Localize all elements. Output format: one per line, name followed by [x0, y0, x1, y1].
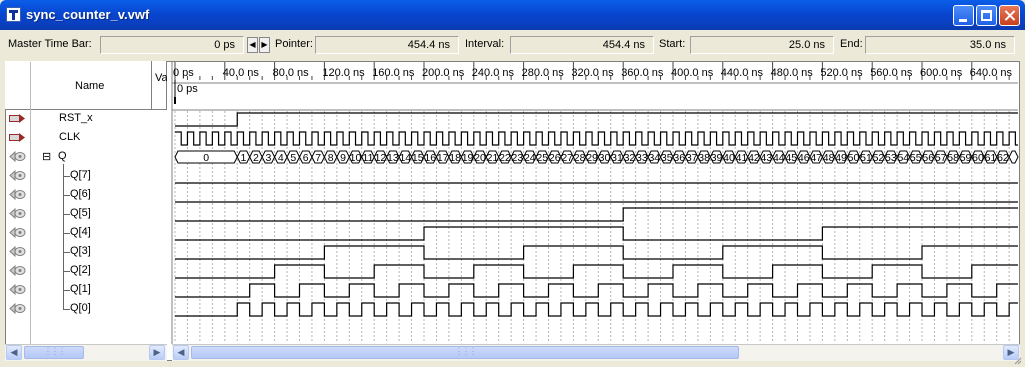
time-tick-label: 120.0 ns: [322, 67, 365, 79]
bus-value: 33: [636, 152, 648, 164]
resize-grip-icon[interactable]: [1012, 355, 1022, 365]
bus-value: 59: [960, 152, 972, 164]
bus-value: 55: [910, 152, 922, 164]
bus-value: 12: [375, 152, 387, 164]
bus-value: 15: [412, 152, 424, 164]
bus-value: 47: [810, 152, 822, 164]
wave-scroll-left-button[interactable]: ◀: [173, 345, 189, 360]
waveform-trace[interactable]: [175, 112, 1018, 127]
bus-value: 11: [363, 152, 374, 164]
bus-value: 53: [885, 152, 897, 164]
time-tick-label: 280.0 ns: [522, 67, 565, 79]
waveform-trace[interactable]: [175, 264, 1018, 279]
bus-value: 54: [897, 152, 909, 164]
bus-value: 52: [873, 152, 885, 164]
bus-value: 62: [997, 152, 1009, 164]
bus-value: 31: [611, 152, 623, 164]
bus-value: 6: [303, 152, 309, 164]
bus-value: 27: [561, 152, 573, 164]
bus-value: 21: [487, 152, 499, 164]
bus-value: 51: [860, 152, 872, 164]
cursor-time-label: 0 ps: [177, 83, 198, 95]
time-tick-label: 40.0 ns: [223, 67, 260, 79]
bus-value: 24: [524, 152, 536, 164]
bus-value: 0: [203, 152, 209, 164]
bus-value: 30: [599, 152, 611, 164]
time-tick-label: 0 ps: [173, 67, 194, 79]
bus-value: 50: [848, 152, 860, 164]
waveform-display[interactable]: 0 ps0 ps 40.0 ns 80.0 ns 120.0 ns 160.0 ns 20…: [0, 0, 1025, 367]
waveform-trace[interactable]: [175, 283, 1018, 298]
bus-value: 22: [499, 152, 511, 164]
bus-value: 1: [241, 152, 247, 164]
bus-value: 60: [972, 152, 984, 164]
time-tick-label: 480.0 ns: [771, 67, 814, 79]
bus-value: 5: [290, 152, 296, 164]
bus-value: 46: [798, 152, 810, 164]
waveform-trace[interactable]: [175, 302, 1018, 317]
time-tick-label: 640.0 ns: [970, 67, 1013, 79]
bus-value: 23: [512, 152, 524, 164]
waveforms: 0 1 2 3 4 5 6 7 8 9 10 11 12 13 14 15 16 17 18 19 20 21 22 23 24…: [174, 112, 1019, 317]
bus-value: 9: [340, 152, 346, 164]
bus-value: 43: [761, 152, 773, 164]
bus-value: 61: [985, 152, 997, 164]
bus-value: 7: [315, 152, 321, 164]
bus-value: 40: [723, 152, 735, 164]
bus-value: 8: [328, 152, 334, 164]
bus-value: 41: [736, 152, 748, 164]
bus-value: 26: [549, 152, 561, 164]
time-tick-label: 160.0 ns: [372, 67, 415, 79]
time-tick-label: 320.0 ns: [571, 67, 614, 79]
bus-value: 57: [935, 152, 947, 164]
bus-value: 38: [698, 152, 710, 164]
time-tick-label: 400.0 ns: [671, 67, 714, 79]
name-scroll-left-button[interactable]: ◀: [6, 345, 22, 360]
bus-value: 3: [265, 152, 271, 164]
time-tick-label: 560.0 ns: [870, 67, 913, 79]
bus-value: 29: [586, 152, 598, 164]
bus-value: 36: [673, 152, 685, 164]
name-scroll-thumb[interactable]: [24, 346, 84, 359]
time-tick-label: 440.0 ns: [721, 67, 764, 79]
bus-value: 32: [624, 152, 636, 164]
waveform-trace[interactable]: [175, 245, 1018, 260]
bus-value: 18: [449, 152, 461, 164]
bus-value: 19: [462, 152, 474, 164]
bus-value: 58: [947, 152, 959, 164]
bus-value: 56: [922, 152, 934, 164]
wave-scroll-thumb[interactable]: [191, 346, 739, 359]
time-tick-label: 200.0 ns: [422, 67, 465, 79]
time-tick-label: 360.0 ns: [621, 67, 664, 79]
time-tick-label: 520.0 ns: [820, 67, 863, 79]
bus-value: 48: [823, 152, 835, 164]
bus-value: 25: [536, 152, 548, 164]
bus-segment[interactable]: [1008, 150, 1019, 164]
bus-value: 17: [437, 152, 449, 164]
bus-value: 16: [424, 152, 436, 164]
bus-value: 34: [648, 152, 660, 164]
bus-value: 2: [253, 152, 259, 164]
bus-value: 10: [350, 152, 362, 164]
bus-value: 49: [835, 152, 847, 164]
name-scroll-right-button[interactable]: ▶: [149, 345, 165, 360]
waveform-trace[interactable]: [175, 207, 1018, 222]
bus-value: 39: [711, 152, 723, 164]
bus-value: 45: [785, 152, 797, 164]
waveform-trace[interactable]: [175, 131, 1018, 146]
bus-value: 4: [278, 152, 284, 164]
bus-value: 14: [399, 152, 411, 164]
time-tick-label: 80.0 ns: [273, 67, 310, 79]
time-tick-label: 600.0 ns: [920, 67, 963, 79]
bus-value: 35: [661, 152, 673, 164]
bus-value: 28: [574, 152, 586, 164]
bus-value: 13: [387, 152, 399, 164]
bus-value: 42: [748, 152, 760, 164]
bus-value: 20: [474, 152, 486, 164]
waveform-trace[interactable]: [175, 226, 1018, 241]
bus-value: 44: [773, 152, 785, 164]
time-tick-label: 240.0 ns: [472, 67, 515, 79]
bus-value: 37: [686, 152, 698, 164]
